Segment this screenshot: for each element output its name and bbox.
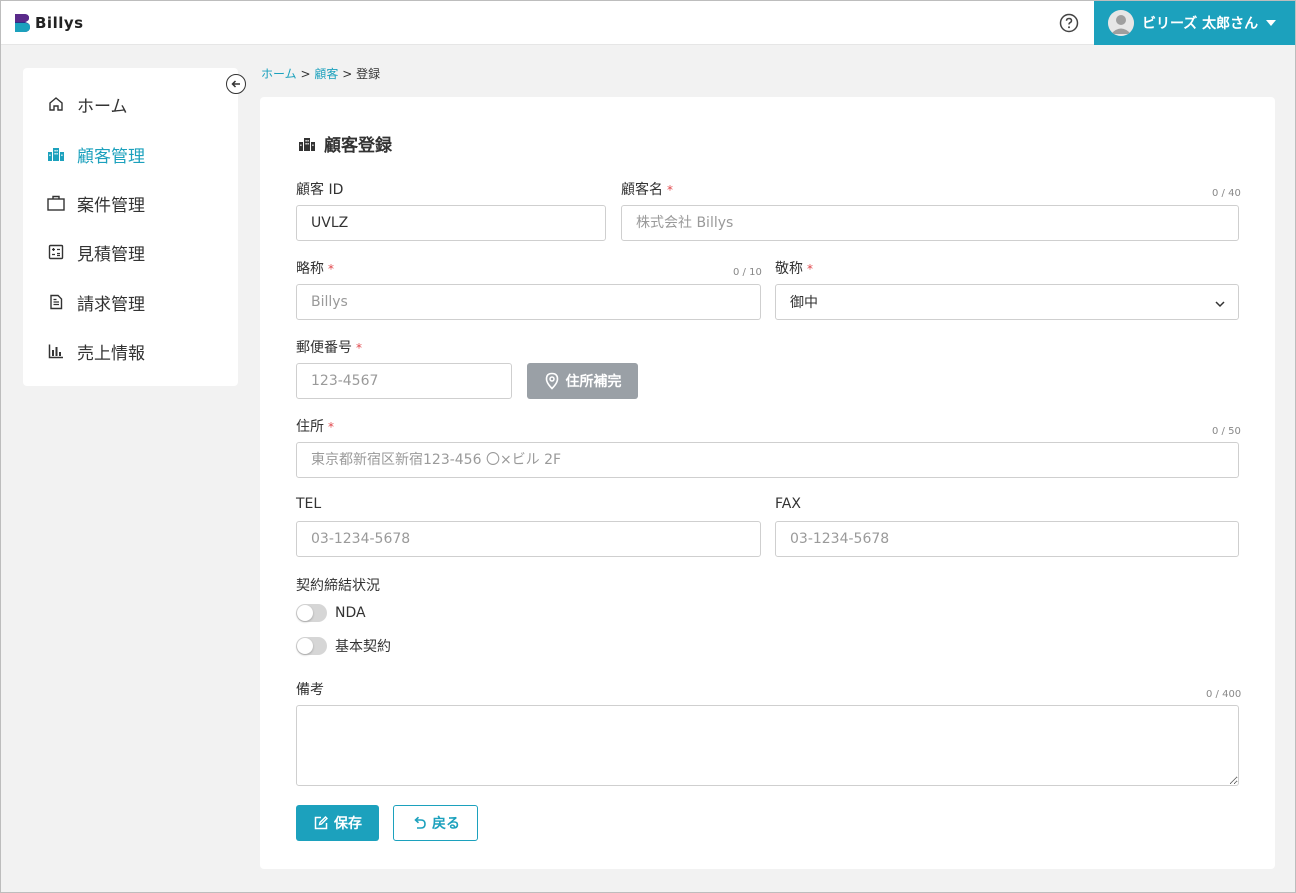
help-icon[interactable] (1059, 13, 1079, 33)
sidebar-item-label: ホーム (77, 96, 128, 117)
fax-input[interactable] (775, 521, 1239, 557)
logo[interactable]: Billys (13, 11, 84, 35)
top-bar: Billys ビリーズ 太郎さん (1, 1, 1295, 45)
required-mark: * (667, 183, 673, 197)
breadcrumb-current: 登録 (356, 67, 381, 81)
building-icon (298, 135, 316, 153)
address-counter: 0 / 50 (1212, 426, 1241, 437)
sidebar-item-label: 見積管理 (77, 244, 145, 265)
basic-contract-toggle-row: 基本契約 (296, 636, 391, 656)
page-title: 顧客登録 (298, 131, 392, 156)
honorific-select[interactable]: 御中 (775, 284, 1239, 320)
contract-status-label: 契約締結状況 (296, 578, 380, 594)
required-mark: * (328, 420, 334, 434)
short-name-input[interactable] (296, 284, 761, 320)
honorific-label: 敬称 * (775, 261, 813, 277)
customer-name-label: 顧客名 * (621, 182, 673, 198)
tel-input[interactable] (296, 521, 761, 557)
honorific-value: 御中 (790, 295, 818, 311)
nda-toggle[interactable] (296, 604, 327, 622)
caret-down-icon (1266, 20, 1277, 26)
tel-label: TEL (296, 496, 322, 512)
toggle-knob (297, 605, 313, 621)
calculator-icon (47, 243, 65, 261)
sidebar-item-home[interactable]: ホーム (47, 90, 128, 118)
logo-text: Billys (35, 14, 84, 32)
sidebar-item-label: 売上情報 (77, 343, 145, 364)
address-label: 住所 * (296, 419, 334, 435)
logo-mark-icon (13, 12, 31, 34)
short-name-label: 略称 * (296, 261, 334, 277)
breadcrumb: ホーム > 顧客 > 登録 (261, 65, 380, 82)
building-icon (47, 145, 65, 163)
back-label: 戻る (432, 816, 460, 832)
page-title-text: 顧客登録 (324, 136, 392, 156)
postal-code-input[interactable] (296, 363, 512, 399)
customer-name-counter: 0 / 40 (1212, 188, 1241, 199)
breadcrumb-separator: > (342, 67, 353, 81)
map-pin-icon (544, 372, 560, 390)
notes-textarea[interactable] (296, 705, 1239, 786)
sidebar-item-projects[interactable]: 案件管理 (47, 189, 145, 217)
notes-label: 備考 (296, 682, 324, 698)
bar-chart-icon (47, 342, 65, 360)
basic-contract-label: 基本契約 (335, 639, 391, 655)
customer-id-input[interactable] (296, 205, 606, 241)
home-icon (47, 95, 65, 113)
save-label: 保存 (334, 816, 362, 832)
collapse-sidebar-icon[interactable] (226, 74, 246, 94)
breadcrumb-customer[interactable]: 顧客 (314, 67, 338, 81)
avatar (1108, 10, 1134, 36)
address-input[interactable] (296, 442, 1239, 478)
postal-code-label: 郵便番号 * (296, 340, 362, 356)
nda-label: NDA (335, 605, 366, 621)
back-button[interactable]: 戻る (393, 805, 478, 841)
fax-label: FAX (775, 496, 801, 512)
nda-toggle-row: NDA (296, 604, 366, 622)
breadcrumb-home[interactable]: ホーム (261, 67, 297, 81)
customer-id-label: 顧客 ID (296, 182, 344, 198)
sidebar-item-estimates[interactable]: 見積管理 (47, 238, 145, 266)
sidebar-item-label: 顧客管理 (77, 146, 145, 167)
breadcrumb-separator: > (300, 67, 311, 81)
sidebar-item-customers[interactable]: 顧客管理 (47, 140, 145, 168)
toggle-knob (297, 638, 313, 654)
document-icon (47, 293, 65, 311)
basic-contract-toggle[interactable] (296, 637, 327, 655)
save-button[interactable]: 保存 (296, 805, 379, 841)
notes-counter: 0 / 400 (1206, 689, 1242, 700)
edit-icon (313, 815, 329, 831)
address-complete-label: 住所補完 (565, 374, 622, 390)
sidebar-item-label: 請求管理 (77, 294, 145, 315)
briefcase-icon (47, 194, 65, 212)
required-mark: * (356, 341, 362, 355)
customer-name-input[interactable] (621, 205, 1239, 241)
address-complete-button[interactable]: 住所補完 (527, 363, 638, 399)
required-mark: * (328, 262, 334, 276)
user-menu[interactable]: ビリーズ 太郎さん (1094, 1, 1295, 45)
sidebar-item-invoices[interactable]: 請求管理 (47, 288, 145, 316)
sidebar-item-label: 案件管理 (77, 195, 145, 216)
short-name-counter: 0 / 10 (733, 267, 762, 278)
sidebar-item-sales[interactable]: 売上情報 (47, 337, 145, 365)
undo-icon (411, 815, 427, 831)
required-mark: * (807, 262, 813, 276)
chevron-down-icon (1214, 297, 1226, 313)
user-name: ビリーズ 太郎さん (1142, 16, 1259, 32)
